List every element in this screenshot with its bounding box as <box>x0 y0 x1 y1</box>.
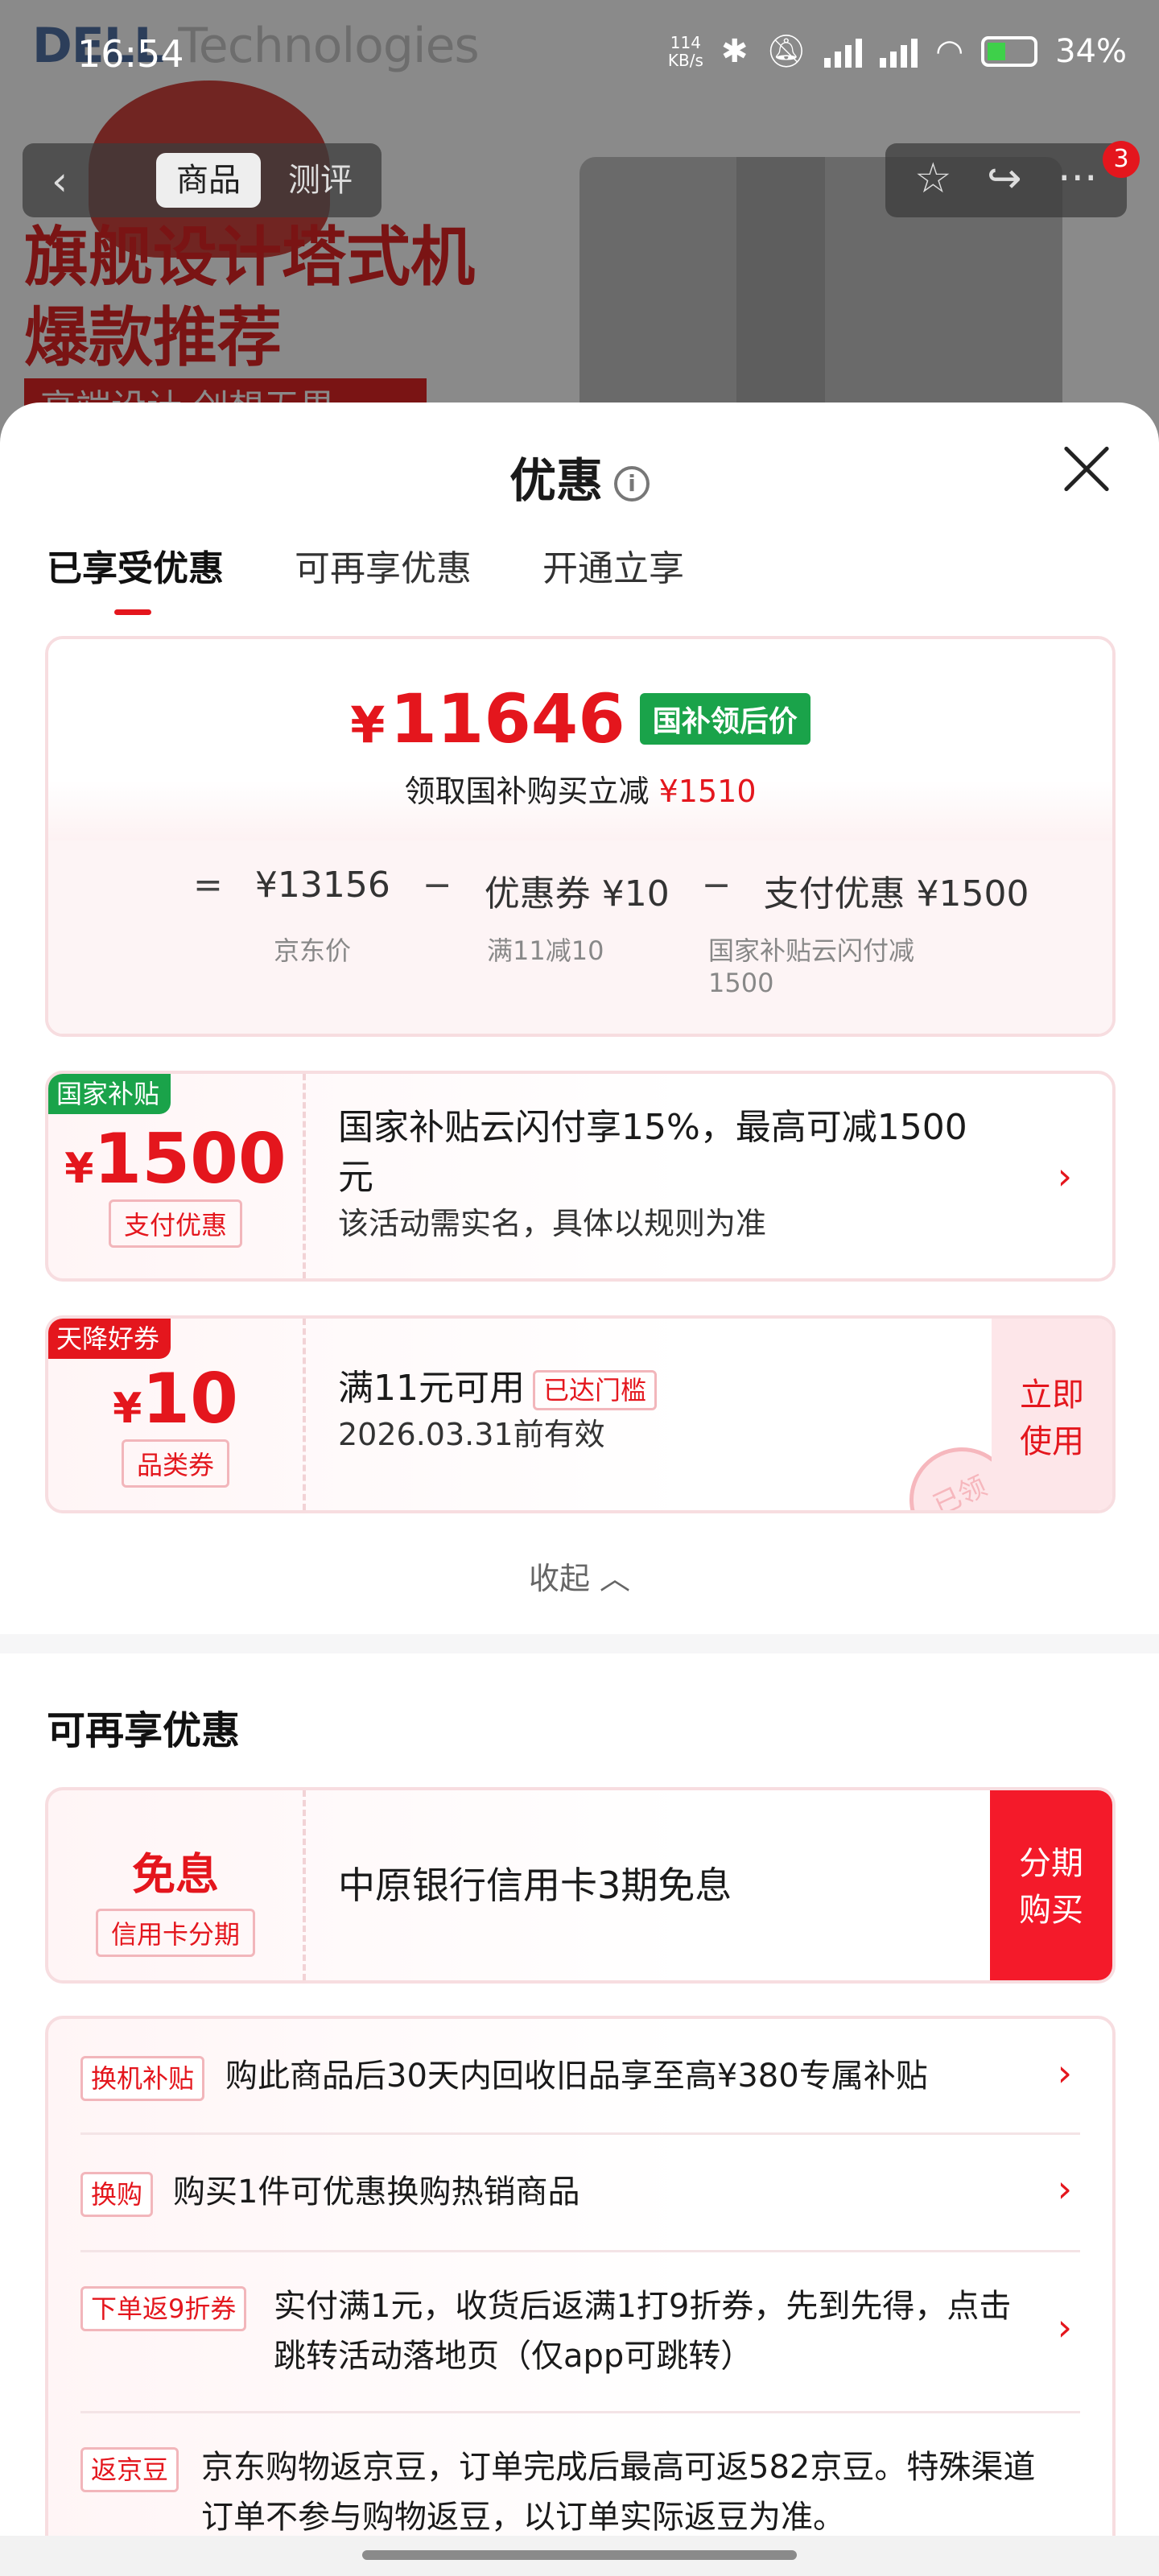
collapse-button[interactable]: 收起 ︿ <box>0 1554 1159 1598</box>
chevron-right-icon[interactable]: › <box>1058 2051 1072 2095</box>
jd-price: ¥13156 <box>254 865 390 906</box>
offer-text: 实付满1元，收货后返满1打9折券，先到先得，点击 跳转活动落地页（仅app可跳转） <box>274 2288 1012 2375</box>
saving-text: 领取国补购买立减 ¥1510 <box>404 774 757 809</box>
net-speed: 114 KB/s <box>667 32 703 70</box>
top-actions: ☆ ↪ ··· <box>885 143 1127 217</box>
threshold-tag: 已达门槛 <box>533 1370 658 1410</box>
top-nav: ‹ 商品 测评 <box>23 143 382 217</box>
wifi-icon: ◠ <box>935 32 964 70</box>
final-price: ¥11646 <box>350 679 625 758</box>
discount-sheet: 优惠 i 已享受优惠 可再享优惠 开通立享 ¥11646 国补领后价 领取国补购买… <box>0 402 1159 2576</box>
mute-icon: 🔕︎ <box>765 33 807 70</box>
sheet-tabs: 已享受优惠 可再享优惠 开通立享 <box>47 539 684 615</box>
list-item[interactable]: 换机补贴 购此商品后30天内回收旧品享至高¥380专属补贴 › <box>80 2019 1080 2135</box>
list-item[interactable]: 下单返9折券 实付满1元，收货后返满1打9折券，先到先得，点击 跳转活动落地页（仅… <box>80 2252 1080 2413</box>
installment-chip: 信用卡分期 <box>95 1909 255 1957</box>
tab-review[interactable]: 测评 <box>288 153 353 208</box>
offer-text: 京东购物返京豆，订单完成后最高可返582京豆。特殊渠道 订单不参与购物返豆，以订单… <box>201 2449 1036 2536</box>
subsidy-chip: 支付优惠 <box>108 1199 242 1248</box>
signal-icon <box>824 35 863 68</box>
price-summary-card: ¥11646 国补领后价 领取国补购买立减 ¥1510 = ¥13156 − 优… <box>45 636 1116 1037</box>
coupon-card[interactable]: 天降好券 ¥10 品类券 满11元可用 已达门槛 2026.03.31前有效 已领… <box>45 1315 1116 1513</box>
price-tag: 国补领后价 <box>639 693 810 745</box>
chevron-right-icon[interactable]: › <box>1058 1154 1072 1198</box>
bluetooth-icon: ✱ <box>720 32 749 70</box>
section-divider <box>0 1634 1159 1653</box>
promo-banner: 旗舰设计塔式机 爆款推荐 <box>24 220 475 375</box>
coupon-label: 满11减10 <box>487 935 604 966</box>
battery-level: 34% <box>1055 32 1127 70</box>
battery-icon <box>981 35 1038 67</box>
list-item[interactable]: 换购 购买1件可优惠换购热销商品 › <box>80 2135 1080 2252</box>
price-formula: = ¥13156 − 优惠券 ¥10 − 支付优惠 ¥1500 京东价 满11减… <box>48 840 1112 1034</box>
coupon-expiry: 2026.03.31前有效 <box>338 1417 605 1452</box>
interest-free-label: 免息 <box>132 1849 219 1900</box>
installment-card[interactable]: 免息 信用卡分期 中原银行信用卡3期免息 分期 购买 <box>45 1787 1116 1984</box>
tab-more[interactable]: 可再享优惠 <box>295 539 472 591</box>
close-icon[interactable] <box>1061 443 1112 494</box>
installment-text: 中原银行信用卡3期免息 <box>338 1864 732 1907</box>
chevron-right-icon[interactable]: › <box>1058 2306 1072 2349</box>
coupon-corner-tag: 天降好券 <box>48 1319 171 1359</box>
chevron-right-icon[interactable]: › <box>1058 2167 1072 2211</box>
coupon-chip: 品类券 <box>121 1439 229 1488</box>
use-now-button[interactable]: 立即 使用 <box>992 1319 1112 1510</box>
chevron-up-icon: ︿ <box>600 1561 631 1596</box>
status-bar: 16:54 114 KB/s ✱ 🔕︎ ◠ 34% <box>0 0 1159 105</box>
coupon-discount: 优惠券 ¥10 <box>484 873 670 914</box>
offer-chip: 换购 <box>80 2172 154 2217</box>
back-icon[interactable]: ‹ <box>52 158 68 204</box>
info-icon[interactable]: i <box>614 465 650 502</box>
subsidy-corner-tag: 国家补贴 <box>48 1074 171 1114</box>
cart-badge: 3 <box>1103 141 1140 178</box>
subsidy-note: 该活动需实名，具体以规则为准 <box>338 1206 767 1241</box>
tab-goods[interactable]: 商品 <box>156 153 261 208</box>
coupon-amount: ¥10 <box>113 1359 238 1439</box>
offer-chip: 返京豆 <box>80 2447 179 2492</box>
clock: 16:54 <box>77 32 184 76</box>
coupon-title: 满11元可用 已达门槛 <box>338 1364 1040 1414</box>
subsidy-amount: ¥1500 <box>64 1119 287 1199</box>
subsidy-title: 国家补贴云闪付享15%，最高可减1500 元 <box>338 1107 967 1198</box>
offer-text: 购买1件可优惠换购热销商品 <box>173 2174 580 2211</box>
installment-buy-button[interactable]: 分期 购买 <box>990 1790 1112 1980</box>
sheet-title: 优惠 i <box>0 443 1159 510</box>
home-indicator[interactable] <box>0 2536 1159 2576</box>
more-offers-title: 可再享优惠 <box>47 1708 241 1753</box>
offer-chip: 下单返9折券 <box>80 2286 247 2331</box>
pay-label: 国家补贴云闪付减 1500 <box>708 935 915 998</box>
pay-discount: 支付优惠 ¥1500 <box>763 873 1029 914</box>
tab-activate[interactable]: 开通立享 <box>542 539 684 591</box>
more-icon[interactable]: ··· <box>1058 155 1098 203</box>
offer-list: 换机补贴 购此商品后30天内回收旧品享至高¥380专属补贴 › 换购 购买1件可… <box>45 2016 1116 2576</box>
tab-enjoyed[interactable]: 已享受优惠 <box>47 539 224 615</box>
jd-price-label: 京东价 <box>274 935 352 966</box>
offer-chip: 换机补贴 <box>80 2056 205 2101</box>
star-icon[interactable]: ☆ <box>914 155 952 203</box>
subsidy-card[interactable]: 国家补贴 ¥1500 支付优惠 国家补贴云闪付享15%，最高可减1500 元 该活… <box>45 1071 1116 1282</box>
offer-text: 购此商品后30天内回收旧品享至高¥380专属补贴 <box>225 2058 928 2095</box>
share-icon[interactable]: ↪ <box>987 155 1022 203</box>
signal-2-icon <box>880 35 918 68</box>
